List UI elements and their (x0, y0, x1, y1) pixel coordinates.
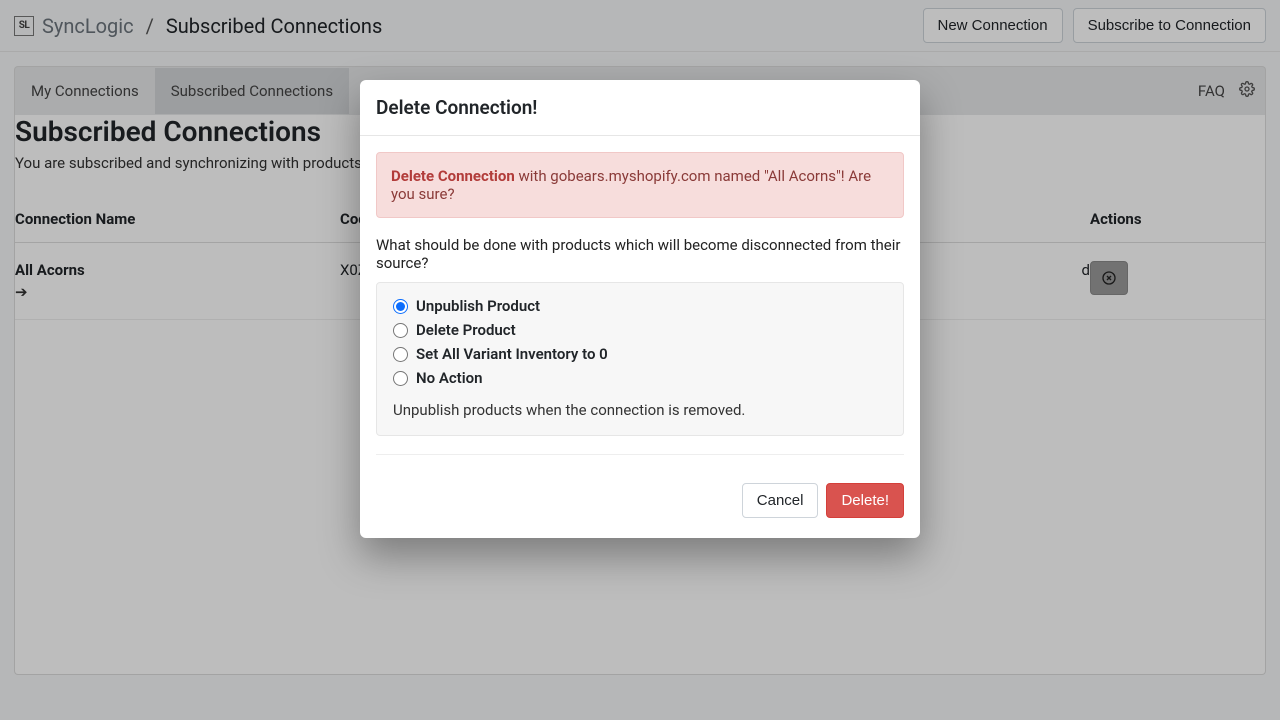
modal-alert-strong: Delete Connection (391, 167, 515, 185)
modal-question: What should be done with products which … (376, 236, 904, 272)
radio-unpublish[interactable] (393, 299, 408, 314)
delete-connection-modal: Delete Connection! Delete Connection wit… (360, 80, 920, 538)
modal-title: Delete Connection! (360, 80, 920, 136)
option-zero-inventory[interactable]: Set All Variant Inventory to 0 (393, 345, 887, 363)
modal-options: Unpublish Product Delete Product Set All… (376, 282, 904, 436)
option-zero-inventory-label: Set All Variant Inventory to 0 (416, 345, 608, 363)
modal-overlay[interactable]: Delete Connection! Delete Connection wit… (0, 0, 1280, 720)
delete-button[interactable]: Delete! (826, 483, 904, 518)
radio-zero-inventory[interactable] (393, 347, 408, 362)
option-delete-label: Delete Product (416, 321, 516, 339)
option-unpublish-label: Unpublish Product (416, 297, 540, 315)
option-no-action-label: No Action (416, 369, 482, 387)
radio-delete[interactable] (393, 323, 408, 338)
cancel-button[interactable]: Cancel (742, 483, 819, 518)
modal-alert: Delete Connection with gobears.myshopify… (376, 152, 904, 218)
modal-footer: Cancel Delete! (360, 483, 920, 538)
option-unpublish[interactable]: Unpublish Product (393, 297, 887, 315)
radio-no-action[interactable] (393, 371, 408, 386)
option-delete[interactable]: Delete Product (393, 321, 887, 339)
option-no-action[interactable]: No Action (393, 369, 887, 387)
modal-hint: Unpublish products when the connection i… (393, 401, 887, 419)
modal-separator (376, 454, 904, 455)
